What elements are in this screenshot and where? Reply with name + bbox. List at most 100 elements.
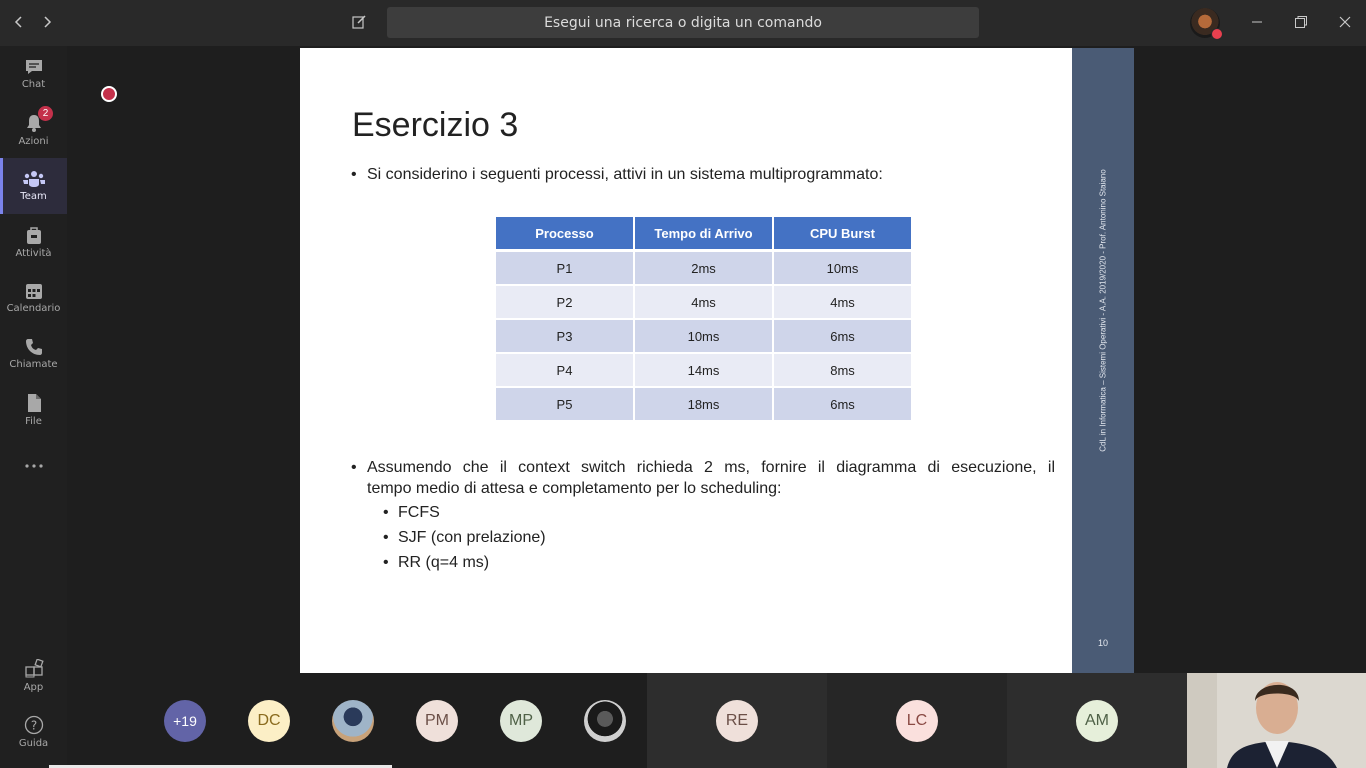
new-chat-button[interactable] bbox=[345, 8, 373, 36]
more-participants-button[interactable]: +19 bbox=[164, 700, 206, 742]
slide-sub-item: SJF (con prelazione) bbox=[398, 529, 546, 546]
search-input[interactable]: Esegui una ricerca o digita un comando bbox=[387, 7, 979, 38]
close-button[interactable] bbox=[1331, 8, 1359, 36]
sidebar-item-attivita[interactable]: Attività bbox=[0, 214, 67, 270]
participant-avatar[interactable]: MP bbox=[500, 700, 542, 742]
table-cell: 4ms bbox=[774, 286, 911, 320]
apps-icon bbox=[24, 659, 44, 678]
restore-icon bbox=[1295, 16, 1307, 28]
slide-sub-bullet: • FCFS bbox=[383, 502, 440, 523]
sidebar-item-label: Azioni bbox=[18, 136, 49, 147]
table-cell: 10ms bbox=[774, 252, 911, 286]
slide-side-band: CdL in Informatica – Sistemi Operativi -… bbox=[1072, 48, 1134, 673]
table-cell: 10ms bbox=[635, 320, 772, 354]
self-video-preview[interactable] bbox=[1187, 673, 1366, 768]
chevron-left-icon bbox=[14, 16, 22, 28]
participant-avatar[interactable]: DC bbox=[248, 700, 290, 742]
sidebar-item-team[interactable]: Team bbox=[0, 158, 67, 214]
sidebar-item-label: Guida bbox=[18, 738, 49, 749]
shared-slide: Esercizio 3 • Si considerino i seguenti … bbox=[300, 48, 1072, 673]
table-header-cell: Processo bbox=[496, 217, 633, 252]
slide-sub-item: FCFS bbox=[398, 504, 440, 521]
sidebar-item-app[interactable]: App bbox=[0, 648, 67, 704]
participant-avatar-photo[interactable] bbox=[332, 700, 374, 742]
recording-indicator-icon bbox=[101, 86, 117, 102]
minimize-icon bbox=[1252, 21, 1262, 23]
file-icon bbox=[27, 394, 41, 412]
slide-intro-text: Si considerino i seguenti processi, atti… bbox=[367, 166, 883, 183]
table-cell: 8ms bbox=[774, 354, 911, 388]
forward-button[interactable] bbox=[33, 8, 61, 36]
process-table: Processo Tempo di Arrivo CPU Burst P1 2m… bbox=[494, 217, 913, 422]
slide-intro-bullet: • Si considerino i seguenti processi, at… bbox=[351, 164, 883, 185]
sidebar-item-label: Calendario bbox=[6, 303, 61, 314]
table-cell: 18ms bbox=[635, 388, 772, 422]
restore-button[interactable] bbox=[1287, 8, 1315, 36]
help-icon: ? bbox=[24, 715, 43, 735]
table-cell: P5 bbox=[496, 388, 633, 422]
chevron-right-icon bbox=[44, 16, 52, 28]
sidebar-item-chat[interactable]: Chat bbox=[0, 46, 67, 102]
bullet-dot: • bbox=[383, 529, 389, 546]
table-header-row: Processo Tempo di Arrivo CPU Burst bbox=[496, 217, 911, 252]
table-cell: 6ms bbox=[774, 388, 911, 422]
table-header-cell: Tempo di Arrivo bbox=[635, 217, 772, 252]
bullet-dot: • bbox=[383, 554, 389, 571]
sidebar-item-label: Attività bbox=[15, 248, 52, 259]
table-cell: 2ms bbox=[635, 252, 772, 286]
sidebar-item-chiamate[interactable]: Chiamate bbox=[0, 326, 67, 382]
sidebar-item-label: Team bbox=[20, 191, 47, 202]
participant-avatar: AM bbox=[1076, 700, 1118, 742]
briefcase-icon bbox=[26, 227, 41, 244]
participant-avatar[interactable]: PM bbox=[416, 700, 458, 742]
sidebar-item-more[interactable] bbox=[0, 438, 67, 494]
webcam-person-image bbox=[1187, 673, 1366, 768]
table-row: P1 2ms 10ms bbox=[496, 252, 911, 286]
slide-footer-text: CdL in Informatica – Sistemi Operativi -… bbox=[1098, 169, 1108, 452]
slide-question-bullet: • Assumendo che il context switch richie… bbox=[351, 457, 1055, 499]
slide-sub-bullet: • SJF (con prelazione) bbox=[383, 527, 546, 548]
slide-question-line: Assumendo che il context switch richieda… bbox=[367, 459, 1055, 476]
sidebar-item-label: Chiamate bbox=[9, 359, 58, 370]
close-icon bbox=[1339, 16, 1351, 28]
table-cell: P1 bbox=[496, 252, 633, 286]
teams-icon bbox=[22, 171, 45, 187]
participant-avatar: LC bbox=[896, 700, 938, 742]
slide-title: Esercizio 3 bbox=[352, 106, 519, 144]
slide-page-number: 10 bbox=[1097, 638, 1108, 648]
sidebar-item-azioni[interactable]: 2 Azioni bbox=[0, 102, 67, 158]
table-row: P2 4ms 4ms bbox=[496, 286, 911, 320]
bullet-dot: • bbox=[351, 459, 357, 476]
table-cell: 14ms bbox=[635, 354, 772, 388]
sidebar-item-label: App bbox=[23, 682, 44, 693]
title-bar: Esegui una ricerca o digita un comando bbox=[0, 0, 1366, 46]
participant-avatar-photo[interactable] bbox=[584, 700, 626, 742]
phone-icon bbox=[25, 339, 42, 355]
compose-icon bbox=[352, 15, 366, 29]
table-cell: P4 bbox=[496, 354, 633, 388]
chat-icon bbox=[25, 60, 42, 74]
participant-avatar: RE bbox=[716, 700, 758, 742]
table-row: P3 10ms 6ms bbox=[496, 320, 911, 354]
sidebar-item-label: Chat bbox=[21, 79, 46, 90]
table-row: P5 18ms 6ms bbox=[496, 388, 911, 422]
slide-sub-item: RR (q=4 ms) bbox=[398, 554, 490, 571]
sidebar-item-calendario[interactable]: Calendario bbox=[0, 270, 67, 326]
table-cell: P3 bbox=[496, 320, 633, 354]
svg-text:?: ? bbox=[30, 719, 36, 733]
slide-sub-bullet: • RR (q=4 ms) bbox=[383, 552, 490, 573]
sidebar-item-label: File bbox=[25, 416, 42, 427]
notification-badge: 2 bbox=[38, 106, 53, 121]
table-row: P4 14ms 8ms bbox=[496, 354, 911, 388]
table-header-cell: CPU Burst bbox=[774, 217, 911, 252]
status-indicator bbox=[1211, 28, 1223, 40]
sidebar-item-file[interactable]: File bbox=[0, 382, 67, 438]
table-cell: P2 bbox=[496, 286, 633, 320]
app-bar: Chat 2 Azioni Team Attività Calendario C… bbox=[0, 46, 67, 768]
more-icon bbox=[24, 464, 43, 468]
sidebar-item-guida[interactable]: ? Guida bbox=[0, 704, 67, 760]
table-cell: 4ms bbox=[635, 286, 772, 320]
back-button[interactable] bbox=[5, 8, 33, 36]
calendar-icon bbox=[25, 284, 42, 299]
minimize-button[interactable] bbox=[1243, 8, 1271, 36]
